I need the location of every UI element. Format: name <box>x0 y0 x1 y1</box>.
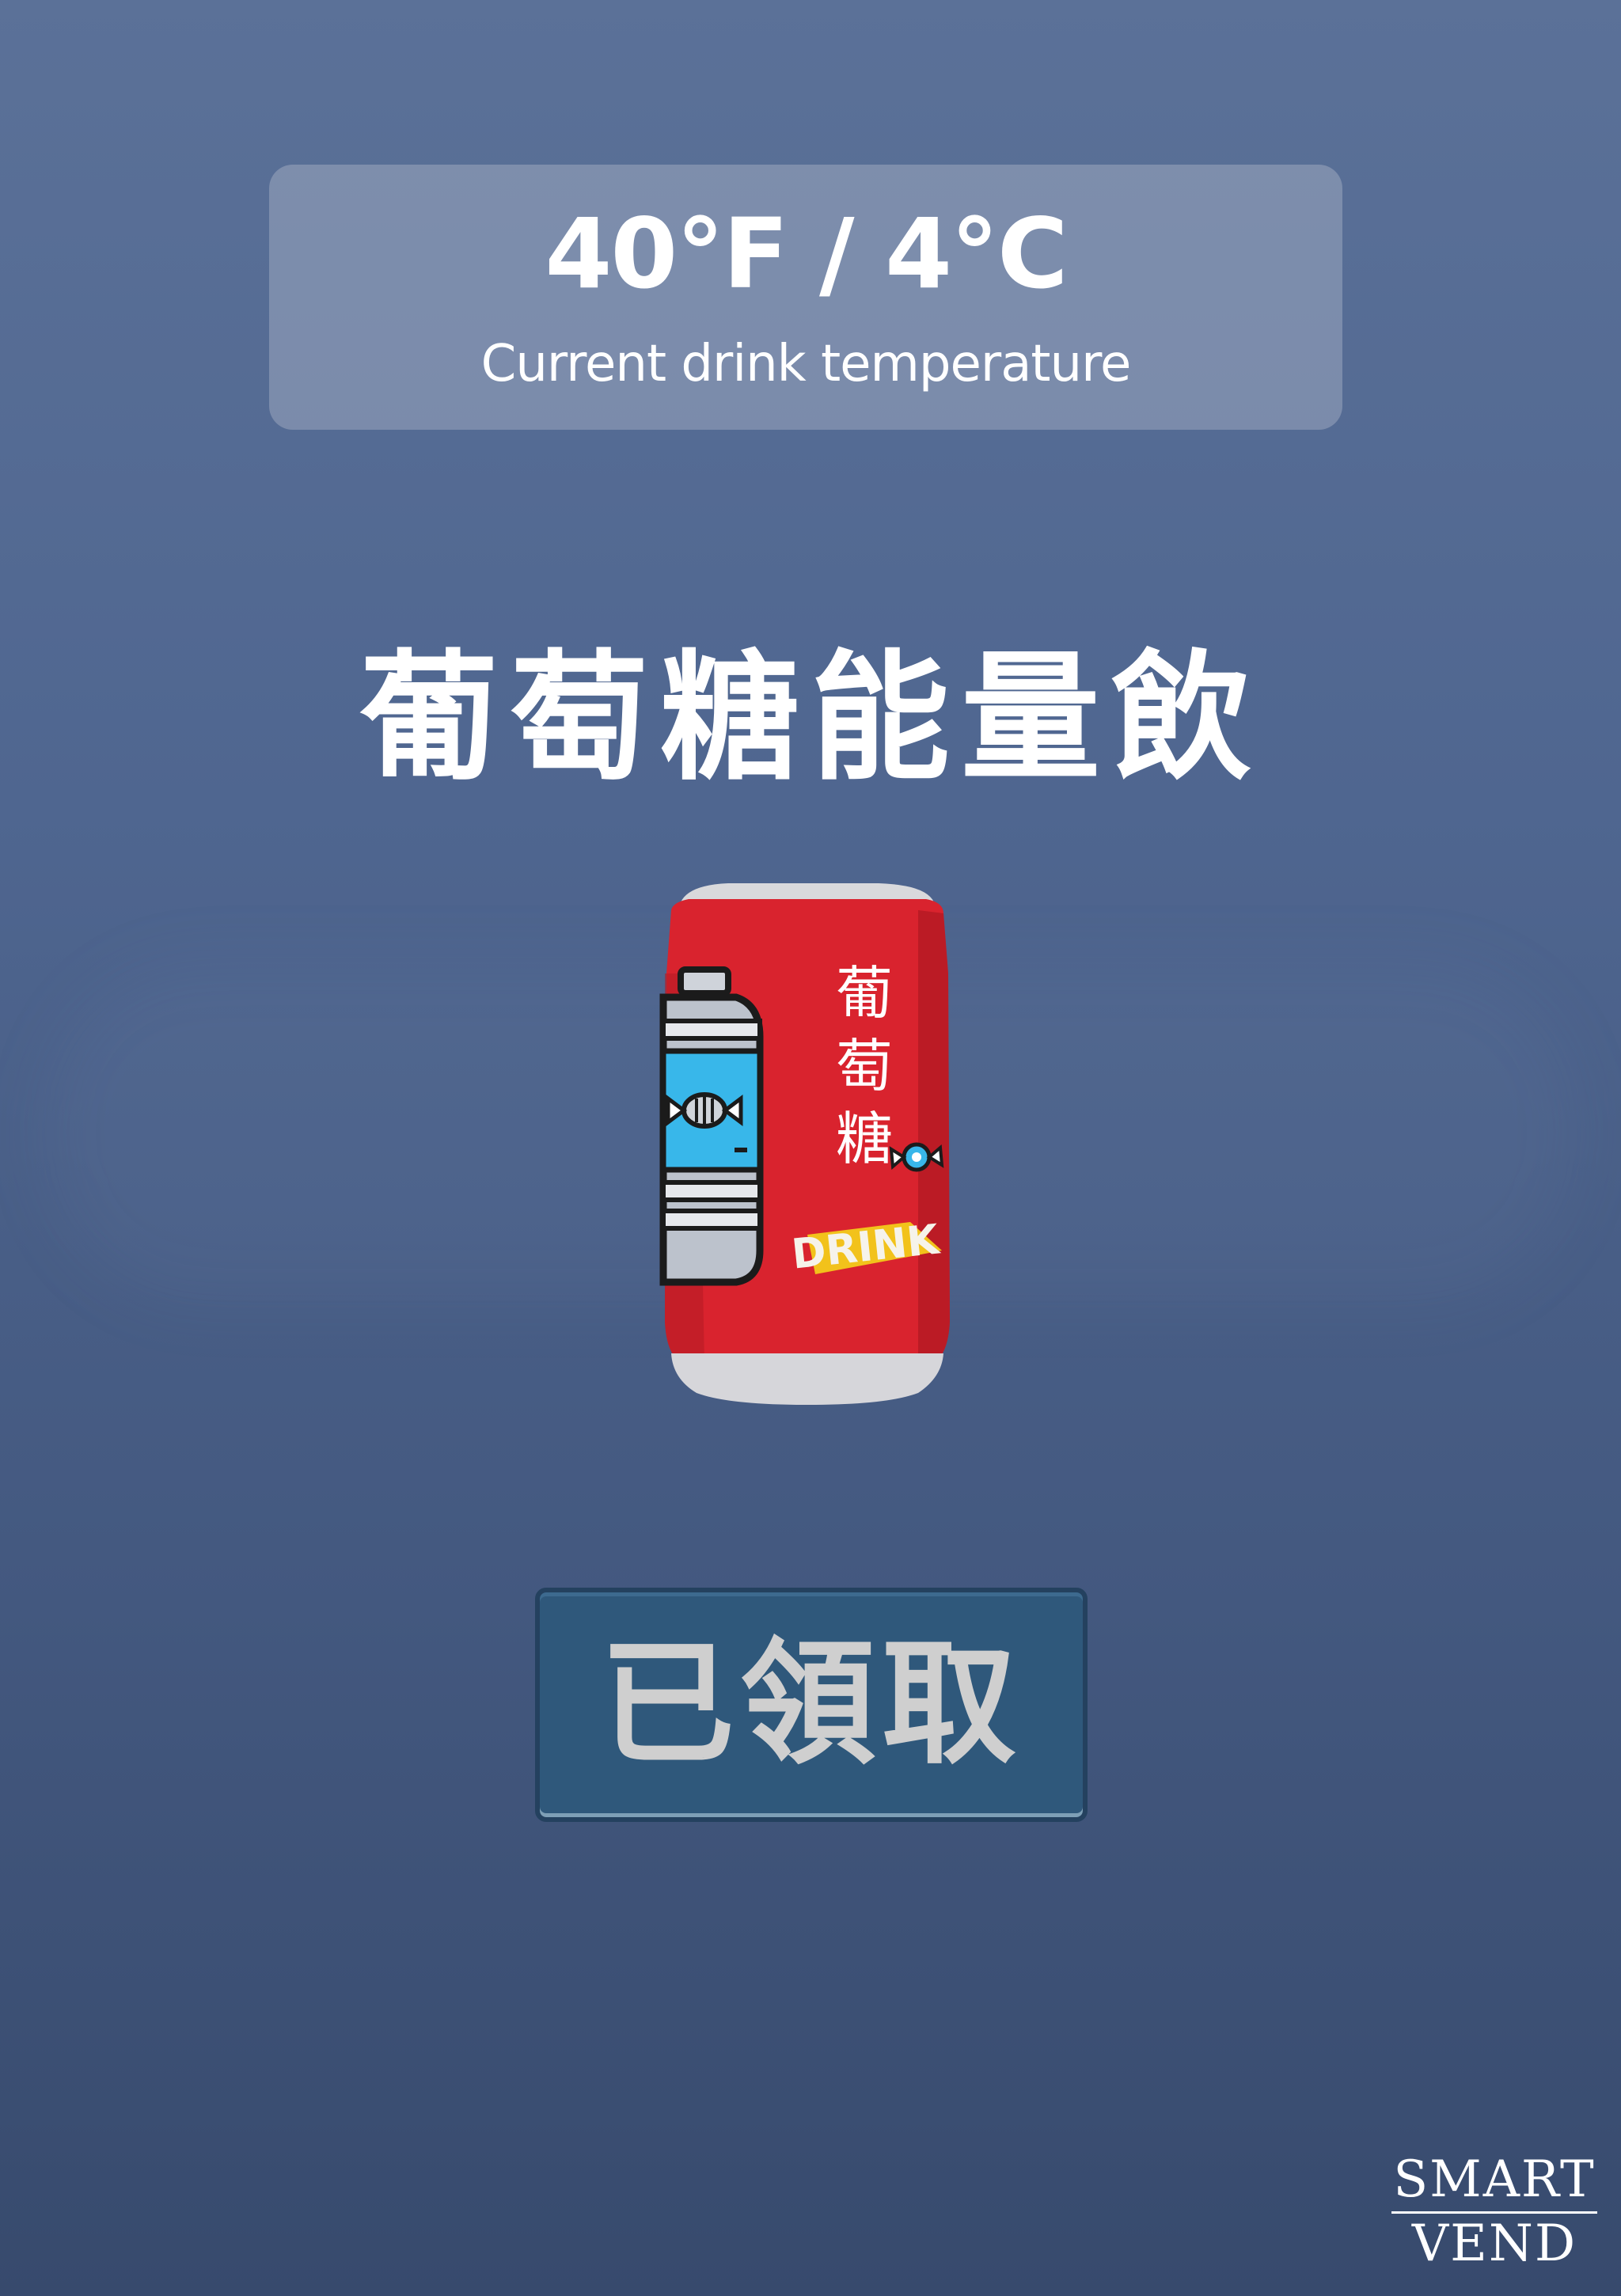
brand-line-smart: SMART <box>1391 2154 1597 2214</box>
claimed-button[interactable]: 已領取 <box>535 1588 1088 1822</box>
brand-logo: SMART VEND <box>1391 2154 1597 2269</box>
can-label-char: 糖 <box>836 1106 893 1172</box>
can-label-char: 萄 <box>836 1033 893 1099</box>
temperature-caption: Current drink temperature <box>480 335 1132 393</box>
claimed-button-label: 已領取 <box>599 1626 1023 1783</box>
product-title: 葡萄糖能量飲 <box>359 637 1262 799</box>
can-label-chinese: 葡 萄 糖 <box>836 960 893 1172</box>
temperature-value: 40°F / 4°C <box>545 198 1068 310</box>
bottle-icon <box>659 966 764 1286</box>
brand-line-vend: VEND <box>1411 2214 1577 2273</box>
temperature-card: 40°F / 4°C Current drink temperature <box>269 165 1342 430</box>
can-label-char: 葡 <box>836 960 893 1027</box>
product-can-image: 葡 萄 糖 DRINK <box>657 879 958 1417</box>
